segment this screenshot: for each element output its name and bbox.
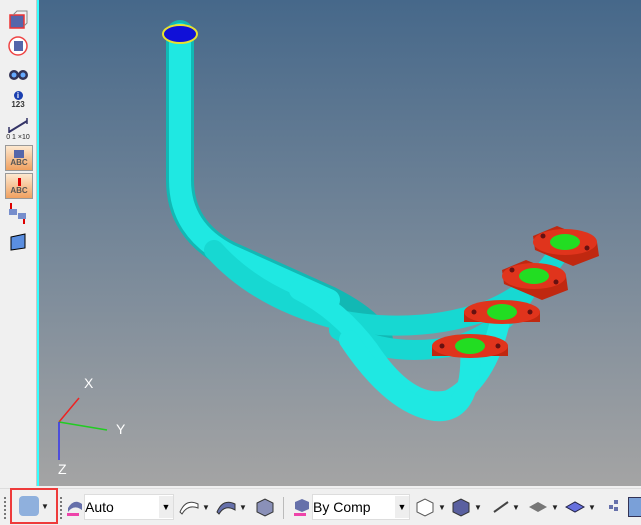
shaded-elements-button[interactable]: ▼: [450, 493, 482, 521]
separator: [283, 497, 284, 519]
line-display-button[interactable]: ▼: [492, 493, 520, 521]
element-mode-value: Auto: [85, 499, 114, 515]
info-label: 123: [11, 100, 25, 109]
axis-z-label: Z: [58, 461, 67, 477]
move-rotate-icon[interactable]: [5, 201, 31, 225]
label-abc-down-icon[interactable]: ABC: [5, 173, 33, 199]
left-toolbar: i 123 0 1 ×10 ABC ABC: [0, 0, 37, 486]
element-shading-icon: [66, 493, 84, 521]
visualization-icon: [19, 496, 40, 516]
wireframe-elements-button[interactable]: ▼: [414, 493, 446, 521]
abc-label: ABC: [10, 185, 28, 195]
chevron-down-icon: ▼: [159, 496, 173, 518]
chevron-down-icon: ▼: [41, 501, 49, 511]
display-overflow-button[interactable]: [628, 493, 641, 521]
color-mode-dropdown[interactable]: By Comp ▼: [312, 494, 410, 520]
wireframe-surface-button[interactable]: ▼: [178, 493, 210, 521]
exhaust-manifold-model: X Y Z: [58, 20, 599, 477]
color-mode-icon: [293, 493, 311, 521]
label-abc-icon[interactable]: ABC: [5, 145, 33, 171]
axis-y-label: Y: [116, 421, 126, 437]
element-mode-dropdown[interactable]: Auto ▼: [84, 494, 174, 520]
chevron-down-icon: ▼: [395, 496, 409, 518]
element-shrink-button[interactable]: [606, 493, 622, 521]
shaded-plane-button[interactable]: ▼: [564, 493, 596, 521]
solid-view-button[interactable]: [254, 493, 276, 521]
abc-label: ABC: [10, 157, 28, 167]
axis-x-label: X: [84, 375, 94, 391]
scale-icon[interactable]: 0 1 ×10: [3, 116, 33, 144]
toolbar-grip[interactable]: [4, 497, 8, 519]
shaded-surface-button[interactable]: ▼: [215, 493, 247, 521]
circle-select-icon[interactable]: [5, 34, 31, 58]
select-elements-icon[interactable]: [5, 8, 31, 32]
binoculars-find-icon[interactable]: [5, 60, 31, 84]
scale-label: 0 1 ×10: [6, 134, 30, 141]
color-mode-value: By Comp: [313, 499, 371, 515]
toolbar-grip[interactable]: [60, 497, 64, 519]
2d-mesh-display-button[interactable]: ▼: [527, 493, 559, 521]
axis-triad: X Y Z: [58, 375, 126, 477]
bottom-toolbar: ▼ Auto ▼ ▼ ▼ By Comp ▼ ▼ ▼ ▼ ▼ ▼: [0, 488, 641, 525]
plane-icon[interactable]: [5, 230, 31, 254]
inlet-opening: [162, 24, 198, 44]
visualization-options-button[interactable]: ▼: [10, 488, 58, 524]
info-123-icon[interactable]: i 123: [5, 88, 31, 112]
graphics-viewport[interactable]: X Y Z: [37, 0, 641, 486]
